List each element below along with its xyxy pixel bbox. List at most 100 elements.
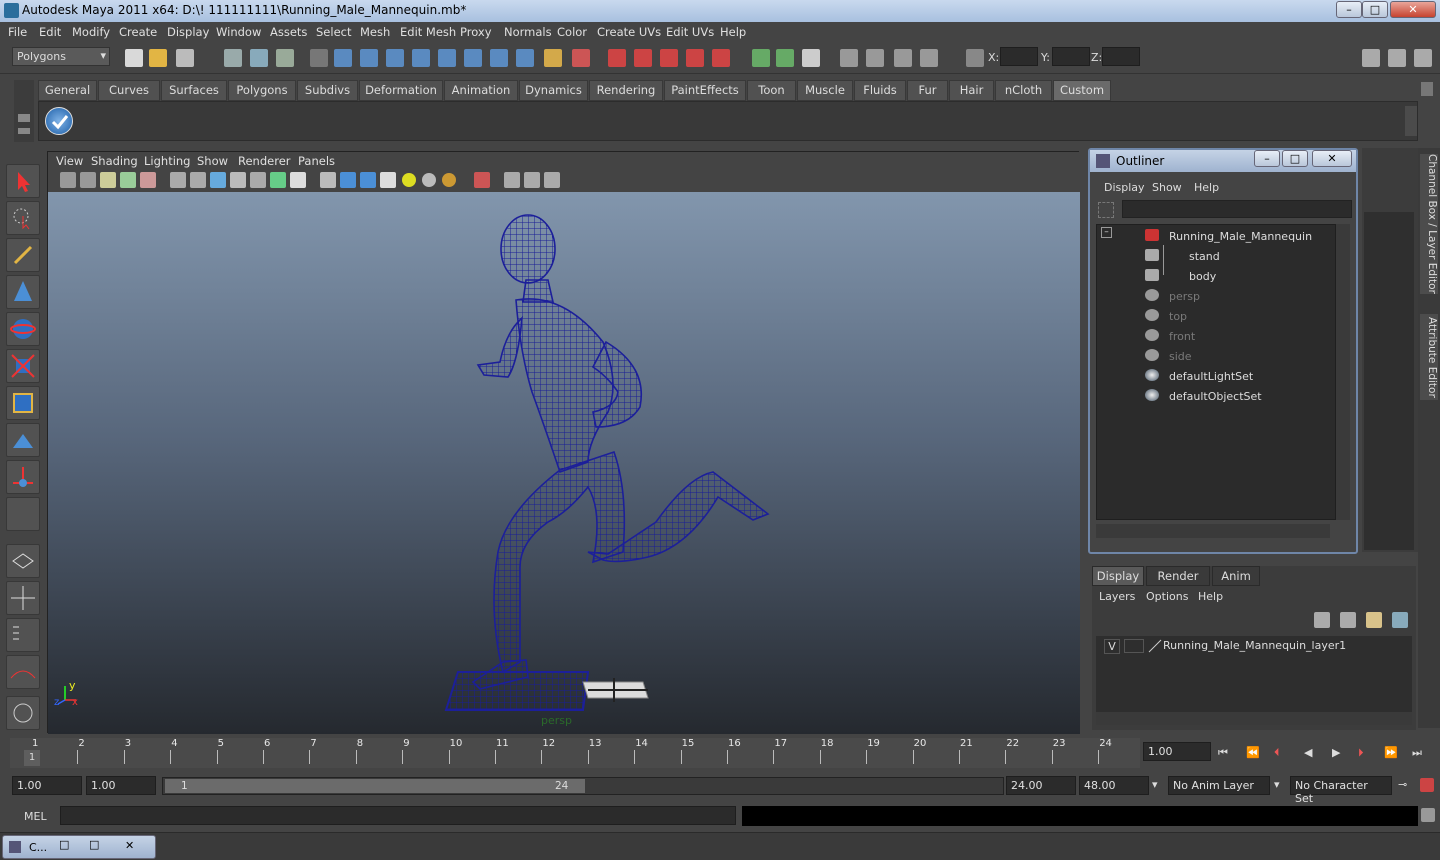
input-line-mode-icon[interactable] (776, 49, 794, 67)
tab-animation[interactable]: Animation (444, 80, 518, 101)
four-pane-layout-button[interactable] (6, 581, 40, 615)
y-field[interactable] (1052, 47, 1090, 66)
outliner-search-input[interactable] (1122, 200, 1352, 218)
filter-icon[interactable] (1098, 202, 1114, 218)
clipboard-icon[interactable] (802, 49, 820, 67)
render-current-frame-icon[interactable] (608, 49, 626, 67)
key-icon[interactable]: ⊸ (1398, 778, 1407, 791)
snap-live-icon[interactable] (464, 49, 482, 67)
resolution-gate-icon[interactable] (210, 172, 226, 188)
tab-rendering[interactable]: Rendering (589, 80, 663, 101)
new-scene-icon[interactable] (125, 49, 143, 67)
close-minimized-button[interactable]: ✕ (125, 839, 134, 852)
layer-row[interactable]: V Running_Male_Mannequin_layer1 (1096, 637, 1412, 655)
dots-icon[interactable] (920, 49, 938, 67)
go-to-start-icon[interactable]: ⏮ (1218, 746, 1228, 760)
vp-menu-show[interactable]: Show (197, 154, 228, 168)
animation-end-field[interactable]: 48.00 (1079, 776, 1149, 795)
layer-menu-help[interactable]: Help (1198, 590, 1223, 603)
menu-modify[interactable]: Modify (72, 25, 110, 39)
render-view-icon[interactable] (712, 49, 730, 67)
playback-end-field[interactable]: 24.00 (1006, 776, 1076, 795)
current-time-field[interactable]: 1.00 (1143, 742, 1211, 761)
new-layer-selected-icon[interactable] (1392, 612, 1408, 628)
menu-create-uvs[interactable]: Create UVs (597, 25, 661, 39)
new-layer-icon[interactable] (1366, 612, 1382, 628)
layer-scrollbar[interactable] (1096, 712, 1412, 725)
tool-settings-toggle-icon[interactable] (1414, 49, 1432, 67)
outliner-node-running-male-mannequin[interactable]: Running_Male_Mannequin (1169, 230, 1312, 243)
maximize-button[interactable]: □ (1362, 1, 1388, 18)
layer-template-toggle[interactable] (1124, 639, 1144, 653)
menu-edit[interactable]: Edit (39, 25, 61, 39)
snap-plane-icon[interactable] (412, 49, 430, 67)
tab-ncloth[interactable]: nCloth (995, 80, 1052, 101)
menu-window[interactable]: Window (216, 25, 261, 39)
textured-icon[interactable] (380, 172, 396, 188)
move-tool-button[interactable] (6, 275, 40, 309)
film-icon[interactable] (894, 49, 912, 67)
layer-visibility-toggle[interactable]: V (1104, 639, 1120, 654)
tab-painteffects[interactable]: PaintEffects (664, 80, 746, 101)
wireframe-icon[interactable] (320, 172, 336, 188)
safe-title-icon[interactable] (290, 172, 306, 188)
outliner-minimize-button[interactable]: – (1254, 150, 1280, 167)
step-forward-key-icon[interactable]: ⏵ (1358, 746, 1364, 760)
tab-hair[interactable]: Hair (949, 80, 994, 101)
tab-deformation[interactable]: Deformation (359, 80, 443, 101)
select-hierarchy-icon[interactable] (224, 49, 242, 67)
save-scene-icon[interactable] (176, 49, 194, 67)
transform-field-icon[interactable] (966, 49, 984, 67)
menu-edit-mesh[interactable]: Edit Mesh (400, 25, 456, 39)
shelf-scroll[interactable] (1405, 106, 1417, 136)
outliner-vertical-scrollbar[interactable] (1336, 224, 1350, 520)
snap-point-icon[interactable] (386, 49, 404, 67)
input-line-icon[interactable] (752, 49, 770, 67)
minimize-button[interactable]: – (1336, 1, 1362, 18)
paint-select-tool-button[interactable] (6, 238, 40, 272)
camera-attributes-icon[interactable] (80, 172, 96, 188)
playback-start-field[interactable]: 1.00 (86, 776, 156, 795)
rotate-tool-button[interactable] (6, 312, 40, 346)
ipr-render-icon[interactable] (634, 49, 652, 67)
shelf-options-icon[interactable] (18, 128, 30, 134)
graph-layout-button[interactable] (6, 655, 40, 689)
clapper-icon[interactable] (866, 49, 884, 67)
field-chart-icon[interactable] (250, 172, 266, 188)
open-scene-icon[interactable] (149, 49, 167, 67)
render-settings-icon[interactable] (660, 49, 678, 67)
close-button[interactable]: ✕ (1390, 1, 1436, 18)
vp-menu-lighting[interactable]: Lighting (144, 154, 190, 168)
step-back-key-icon[interactable]: ⏴ (1274, 746, 1280, 760)
last-tool-button[interactable] (6, 497, 40, 531)
film-gate-icon[interactable] (190, 172, 206, 188)
step-back-icon[interactable]: ⏪ (1246, 746, 1260, 759)
lasso-tool-button[interactable] (6, 201, 40, 235)
outliner-node-persp[interactable]: persp (1169, 290, 1200, 303)
tab-subdivs[interactable]: Subdivs (297, 80, 358, 101)
safe-action-icon[interactable] (270, 172, 286, 188)
select-camera-icon[interactable] (60, 172, 76, 188)
image-plane-icon[interactable] (120, 172, 136, 188)
layer-tab-anim[interactable]: Anim (1212, 566, 1260, 586)
outliner-title-bar[interactable]: Outliner – □ ✕ (1090, 150, 1356, 172)
tab-fluids[interactable]: Fluids (854, 80, 906, 101)
layer-name[interactable]: Running_Male_Mannequin_layer1 (1163, 639, 1346, 652)
outliner-menu-display[interactable]: Display (1104, 181, 1145, 194)
select-object-icon[interactable] (250, 49, 268, 67)
high-quality-icon[interactable] (442, 173, 456, 187)
scale-tool-button[interactable] (6, 349, 40, 383)
command-input[interactable] (60, 806, 736, 825)
menu-normals[interactable]: Normals (504, 25, 552, 39)
vp-menu-view[interactable]: View (56, 154, 83, 168)
menu-create[interactable]: Create (119, 25, 157, 39)
chevron-down-icon[interactable]: ▾ (1274, 778, 1280, 791)
menu-proxy[interactable]: Proxy (460, 25, 492, 39)
restore-button[interactable]: □ (59, 838, 69, 851)
select-component-icon[interactable] (276, 49, 294, 67)
tab-surfaces[interactable]: Surfaces (161, 80, 227, 101)
outliner-layout-button[interactable] (6, 618, 40, 652)
outliner-menu-help[interactable]: Help (1194, 181, 1219, 194)
menu-assets[interactable]: Assets (270, 25, 307, 39)
animation-start-field[interactable]: 1.00 (12, 776, 82, 795)
